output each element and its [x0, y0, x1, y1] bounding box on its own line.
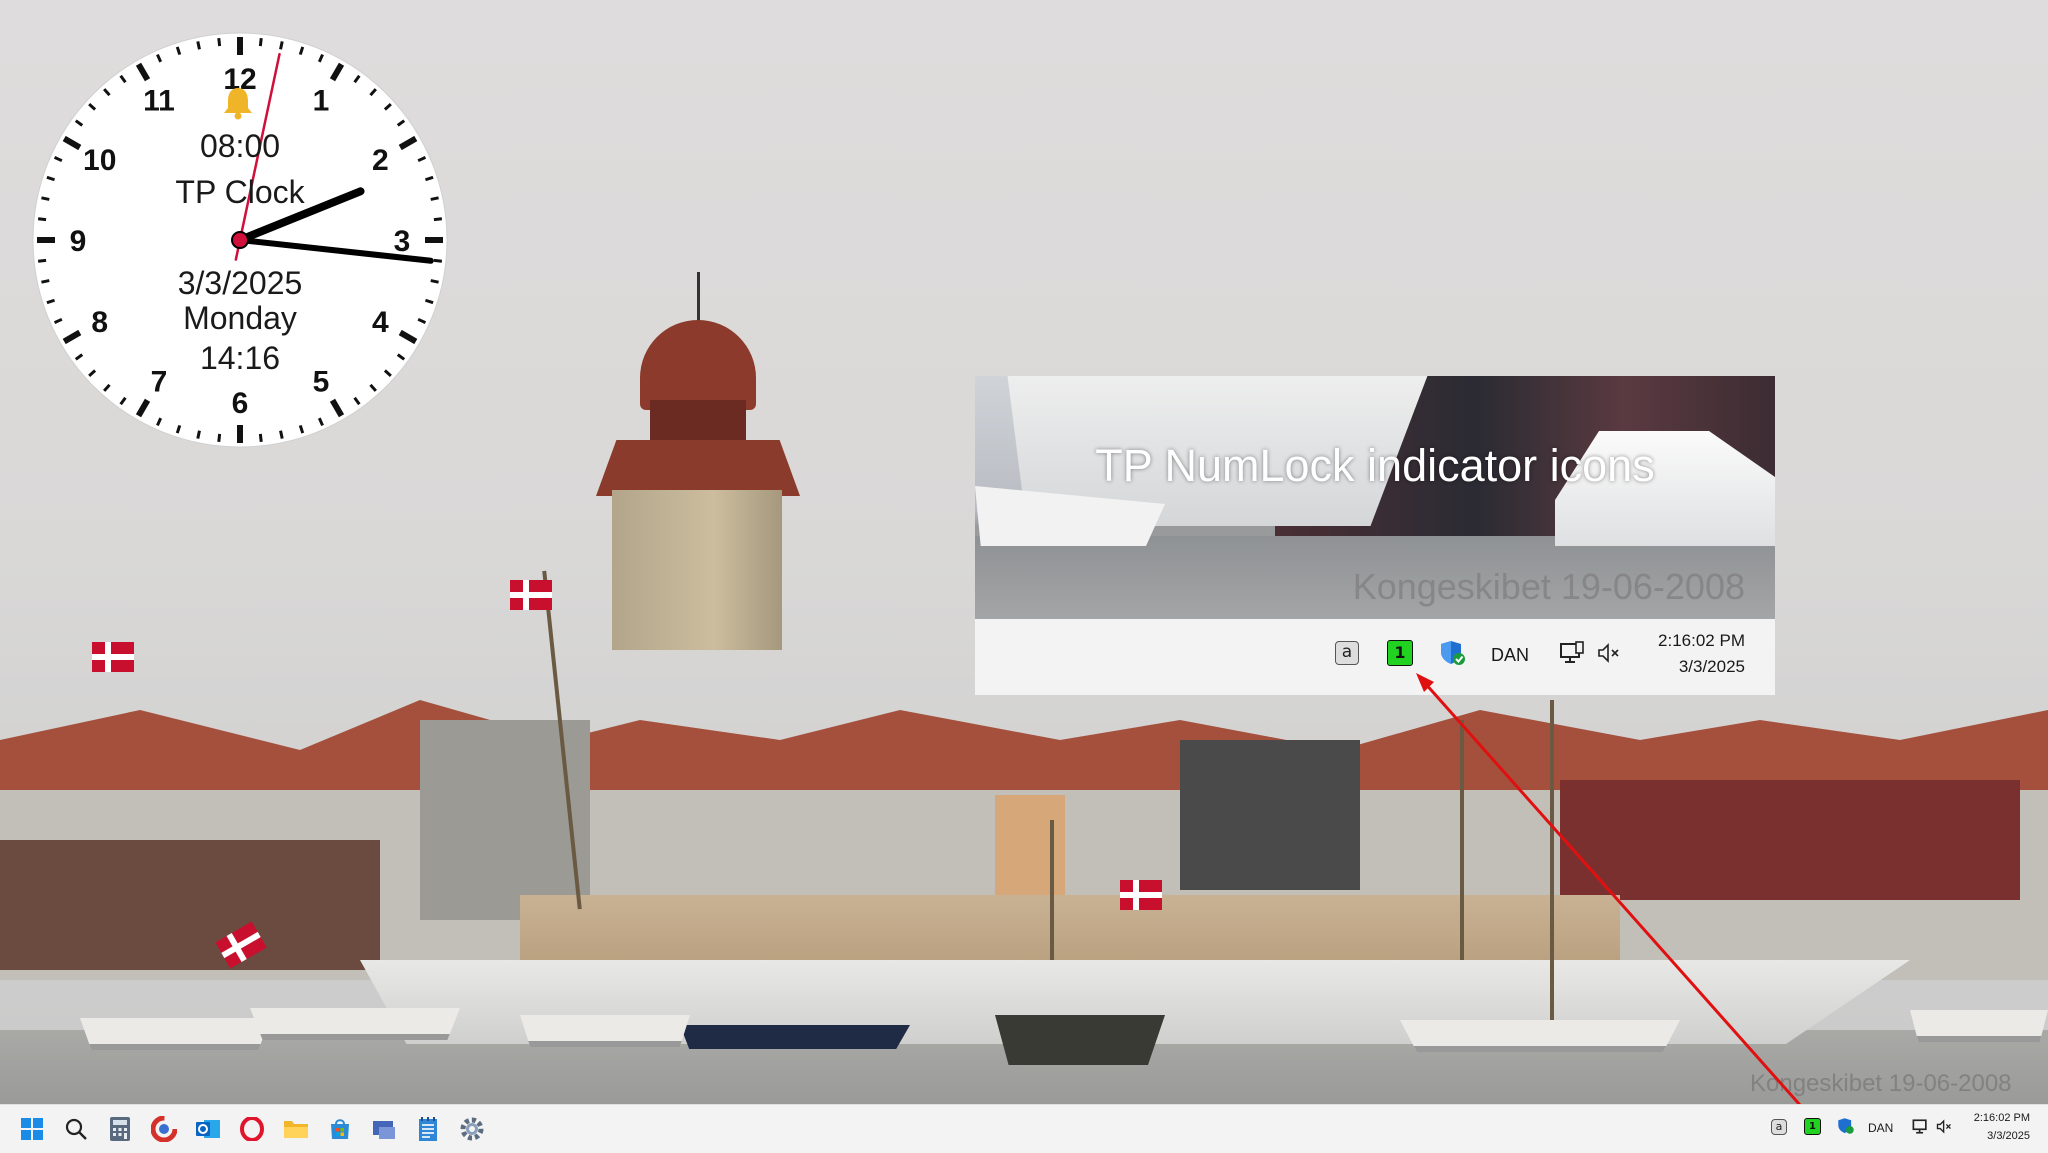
motor-boat: [1910, 1010, 2048, 1042]
tray-time[interactable]: 2:16:02 PM: [1974, 1112, 2030, 1124]
tray-date: 3/3/2025: [1678, 657, 1745, 676]
clock-numeral: 11: [143, 85, 175, 118]
clock-tick: [37, 217, 47, 222]
taskbar: a 1 DAN 2:16:02 PM 3/3/2025: [0, 1104, 2048, 1153]
network-icon[interactable]: [1912, 1118, 1930, 1135]
clock-numeral: 1: [313, 85, 330, 118]
file-explorer-icon[interactable]: [282, 1115, 310, 1143]
remote-desktop-icon[interactable]: [370, 1115, 398, 1143]
settings-icon[interactable]: [458, 1115, 486, 1143]
security-shield-icon: [1439, 639, 1467, 667]
motor-boat: [520, 1015, 690, 1047]
water-tower: [612, 490, 782, 650]
promo-tray-zoom: a 1 DAN 2:16:02 PM 3/3/2025: [975, 619, 1775, 695]
notepad-icon[interactable]: [414, 1115, 442, 1143]
wooden-boat: [995, 1015, 1165, 1065]
promo-watermark: Kongeskibet 19-06-2008: [1352, 566, 1745, 607]
danish-flag: [92, 642, 134, 672]
promo-title: TP NumLock indicator icons: [1095, 440, 1655, 491]
clock-tick: [258, 37, 263, 47]
tray-date[interactable]: 3/3/2025: [1987, 1130, 2030, 1142]
ccleaner-icon[interactable]: [150, 1115, 178, 1143]
language-indicator: DAN: [1491, 645, 1530, 665]
ship-superstructure: [520, 895, 1620, 965]
motor-boat: [1400, 1020, 1680, 1052]
alarm-time: 08:00: [199, 128, 281, 164]
clock-tick: [258, 433, 263, 443]
network-icon: [1559, 641, 1585, 665]
clock-numeral: 6: [232, 387, 249, 420]
clock-center-pin: [231, 231, 249, 249]
tower-dome: [640, 320, 756, 410]
motor-boat: [80, 1018, 270, 1050]
danish-flag: [510, 580, 552, 610]
opera-icon[interactable]: [238, 1115, 266, 1143]
danish-flag: [1120, 880, 1162, 910]
clock-weekday: Monday: [183, 300, 297, 336]
security-shield-icon[interactable]: [1837, 1117, 1855, 1135]
clock-tick: [433, 217, 443, 222]
search-icon[interactable]: [62, 1115, 90, 1143]
motor-boat: [250, 1008, 460, 1040]
clock-app-name: TP Clock: [175, 174, 305, 210]
clock-time-24h: 14:16: [199, 340, 281, 376]
clock-tick: [279, 430, 284, 439]
language-indicator[interactable]: DAN: [1868, 1121, 1893, 1135]
ship-mast: [1550, 700, 1554, 1030]
ship-mast: [1050, 820, 1054, 960]
clock-numeral: 9: [70, 225, 87, 258]
numlock-indicator-icon: 1: [1387, 640, 1413, 666]
numlock-promo-panel: TP NumLock indicator icons Kongeskibet 1…: [975, 376, 1775, 695]
keyboard-indicator-icon[interactable]: a: [1771, 1119, 1787, 1135]
microsoft-store-icon[interactable]: [326, 1115, 354, 1143]
speaker-muted-icon[interactable]: [1936, 1119, 1954, 1134]
clock-tick: [196, 41, 201, 50]
clock-tick: [279, 41, 284, 50]
clock-tick: [433, 258, 443, 263]
clock-tick: [37, 258, 47, 263]
promo-photo: TP NumLock indicator icons Kongeskibet 1…: [975, 376, 1775, 619]
clock-date: 3/3/2025: [177, 265, 303, 301]
tower-roof: [596, 440, 800, 496]
speaker-muted-icon: [1597, 642, 1623, 664]
clock-tick: [217, 37, 222, 47]
clock-numeral: 3: [394, 225, 411, 258]
clock-tick: [217, 433, 222, 443]
bell-icon: [222, 86, 254, 120]
tray-time: 2:16:02 PM: [1658, 631, 1745, 650]
calculator-icon[interactable]: [106, 1115, 134, 1143]
sailboat: [680, 1025, 910, 1049]
start-icon[interactable]: [18, 1115, 46, 1143]
ship-mast: [1460, 720, 1464, 960]
outlook-icon[interactable]: [194, 1115, 222, 1143]
clock-tick: [196, 430, 201, 439]
tower-spire: [697, 272, 700, 324]
numlock-indicator-icon[interactable]: 1: [1804, 1118, 1821, 1135]
ship-funnel: [995, 795, 1065, 905]
analog-clock-widget[interactable]: 12 1 2 3 4 5 6 7 8 9 10 11 08:00 TP Clock 3/3/2025 …: [30, 30, 450, 450]
keyboard-indicator-icon: a: [1335, 641, 1359, 665]
wallpaper-watermark: Kongeskibet 19-06-2008: [1750, 1070, 2012, 1097]
